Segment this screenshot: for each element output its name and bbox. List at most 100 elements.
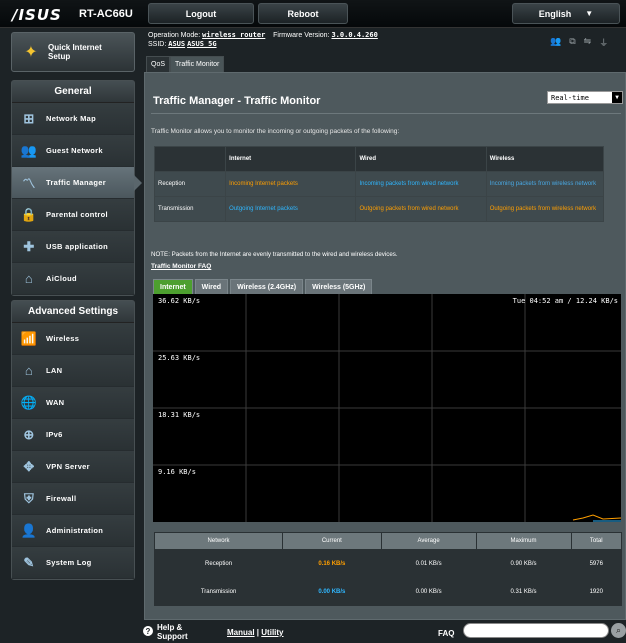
logout-button[interactable]: Logout xyxy=(148,3,254,24)
network-map-icon: ⊞ xyxy=(23,110,35,126)
advanced-heading: Advanced Settings xyxy=(12,301,134,323)
sidebar-item-label: Parental control xyxy=(46,210,108,219)
general-heading: General xyxy=(12,81,134,103)
sidebar-item-label: Administration xyxy=(46,526,104,535)
quick-internet-setup-button[interactable]: ✦ Quick Internet Setup xyxy=(11,32,135,72)
view-mode-value: Real-time xyxy=(551,93,589,102)
table-cell: Transmission xyxy=(153,577,284,606)
packet-types-table: Internet Wired Wireless Reception Incomi… xyxy=(153,146,605,222)
table-cell: Incoming packets from wireless network xyxy=(485,171,605,197)
sidebar-item-firewall[interactable]: ⛨ Firewall xyxy=(12,483,134,515)
table-cell: Outgoing packets from wireless network xyxy=(485,196,605,222)
sidebar-item-wan[interactable]: 🌐 WAN xyxy=(12,387,134,419)
divider xyxy=(151,113,621,114)
magic-wand-icon: ✦ xyxy=(24,44,38,61)
clients-icon[interactable]: 👥 xyxy=(550,36,561,49)
tab-wireless-24[interactable]: Wireless (2.4GHz) xyxy=(230,279,304,294)
sidebar-item-aicloud[interactable]: ⌂ AiCloud xyxy=(12,263,134,295)
usb-icon[interactable]: ⏚ xyxy=(599,36,608,49)
page-title: Traffic Manager - Traffic Monitor xyxy=(153,95,321,107)
traffic-chart-grid xyxy=(153,294,621,522)
table-row: Transmission 0.00 KB/s 0.00 KB/s 0.31 KB… xyxy=(153,577,622,606)
advanced-menu: Advanced Settings 📶 Wireless ⌂ LAN 🌐 WAN… xyxy=(11,300,135,580)
table-cell: Outgoing packets from wired network xyxy=(355,196,487,222)
sidebar-item-label: WAN xyxy=(46,398,65,407)
tab-internet[interactable]: Internet xyxy=(153,279,193,294)
link-icon[interactable]: ⇋ xyxy=(584,36,592,49)
table-cell: 0.31 KB/s xyxy=(475,577,572,606)
table-cell: Outgoing Internet packets xyxy=(225,196,357,222)
table-cell: 0.90 KB/s xyxy=(475,549,572,578)
sidebar-item-label: AiCloud xyxy=(46,274,77,283)
search-icon[interactable]: ⌕ xyxy=(611,623,626,638)
subtabs: QoS Traffic Monitor xyxy=(146,56,225,72)
table-cell: Incoming packets from wired network xyxy=(355,171,487,197)
vpn-icon: ✥ xyxy=(23,458,35,474)
house-icon: ⌂ xyxy=(24,363,34,378)
table-header: Maximum xyxy=(475,532,572,550)
link-separator: | xyxy=(256,628,260,637)
lock-icon: 🔒 xyxy=(20,206,38,222)
manual-link[interactable]: Manual xyxy=(227,628,255,637)
sidebar-item-label: Traffic Manager xyxy=(46,178,106,187)
firmware-label: Firmware Version: xyxy=(273,32,330,39)
sidebar-item-vpn-server[interactable]: ✥ VPN Server xyxy=(12,451,134,483)
sidebar-item-usb-application[interactable]: ✚ USB application xyxy=(12,231,134,263)
status-icons: 👥 ⧉ ⇋ ⏚ xyxy=(550,36,608,49)
language-select[interactable]: English ▼ xyxy=(512,3,620,24)
footer: ? Help & Support Manual | Utility FAQ ⌕ xyxy=(0,620,626,643)
op-mode-link[interactable]: wireless router xyxy=(202,31,265,39)
sidebar-item-traffic-manager[interactable]: 〽 Traffic Manager xyxy=(12,167,142,199)
tab-wireless-5[interactable]: Wireless (5GHz) xyxy=(305,279,373,294)
traffic-manager-icon: 〽 xyxy=(22,176,36,191)
reception-line xyxy=(572,514,621,521)
top-bar: /ISUS RT-AC66U Logout Reboot English ▼ xyxy=(0,0,626,28)
tab-traffic-monitor[interactable]: Traffic Monitor xyxy=(170,56,225,72)
sidebar-item-system-log[interactable]: ✎ System Log xyxy=(12,547,134,579)
sidebar-item-wireless[interactable]: 📶 Wireless xyxy=(12,323,134,355)
utility-link[interactable]: Utility xyxy=(261,628,283,637)
firmware-link[interactable]: 3.0.0.4.260 xyxy=(331,31,377,39)
y-axis-label: 36.62 KB/s xyxy=(158,297,201,305)
general-menu: General ⊞ Network Map 👥 Guest Network 〽 … xyxy=(11,80,142,296)
y-axis-label: 18.31 KB/s xyxy=(158,411,201,419)
sidebar-item-label: Wireless xyxy=(46,334,80,343)
copy-icon[interactable]: ⧉ xyxy=(569,36,575,49)
table-cell: Reception xyxy=(153,549,284,578)
ssid-5g[interactable]: ASUS_5G xyxy=(187,40,217,48)
sidebar-item-label: System Log xyxy=(46,558,92,567)
ssid-2g[interactable]: ASUS xyxy=(168,40,185,48)
shield-icon: ⛨ xyxy=(23,490,35,506)
table-row: Reception Incoming Internet packets Inco… xyxy=(153,171,605,197)
help-icon: ? xyxy=(143,626,153,636)
qis-label-2: Setup xyxy=(48,52,71,61)
chart-timestamp: Tue 04:52 am / 12.24 KB/s xyxy=(512,297,618,305)
main-panel: Traffic Manager - Traffic Monitor Real-t… xyxy=(144,72,626,620)
help-line-2: Support xyxy=(157,632,188,641)
tab-wired[interactable]: Wired xyxy=(194,279,229,294)
traffic-chart: 36.62 KB/s 25.63 KB/s 18.31 KB/s 9.16 KB… xyxy=(153,294,621,522)
sidebar-item-administration[interactable]: 👤 Administration xyxy=(12,515,134,547)
sidebar-item-guest-network[interactable]: 👥 Guest Network xyxy=(12,135,134,167)
sidebar-item-parental-control[interactable]: 🔒 Parental control xyxy=(12,199,134,231)
sidebar-item-network-map[interactable]: ⊞ Network Map xyxy=(12,103,134,135)
table-header: Internet xyxy=(225,146,357,172)
table-cell: 0.00 KB/s xyxy=(380,577,477,606)
tab-qos[interactable]: QoS xyxy=(146,56,171,72)
sidebar-item-lan[interactable]: ⌂ LAN xyxy=(12,355,134,387)
table-header: Wireless xyxy=(485,146,605,172)
chart-tabs: Internet Wired Wireless (2.4GHz) Wireles… xyxy=(153,279,373,294)
system-log-icon: ✎ xyxy=(23,554,35,570)
table-header: Current xyxy=(282,532,382,550)
table-cell: Incoming Internet packets xyxy=(225,171,357,197)
sidebar-item-ipv6[interactable]: ⊕ IPv6 xyxy=(12,419,134,451)
sidebar-item-label: VPN Server xyxy=(46,462,90,471)
table-cell: 1920 xyxy=(570,577,622,606)
footer-links: Manual | Utility xyxy=(227,628,284,637)
reboot-button[interactable]: Reboot xyxy=(258,3,348,24)
faq-search-input[interactable] xyxy=(463,623,609,638)
router-info: Operation Mode: wireless router Firmware… xyxy=(148,31,378,49)
table-cell: 0.00 KB/s xyxy=(282,577,382,606)
view-mode-select[interactable]: Real-time ▼ xyxy=(547,91,623,104)
traffic-monitor-faq-link[interactable]: Traffic Monitor FAQ xyxy=(151,263,211,270)
